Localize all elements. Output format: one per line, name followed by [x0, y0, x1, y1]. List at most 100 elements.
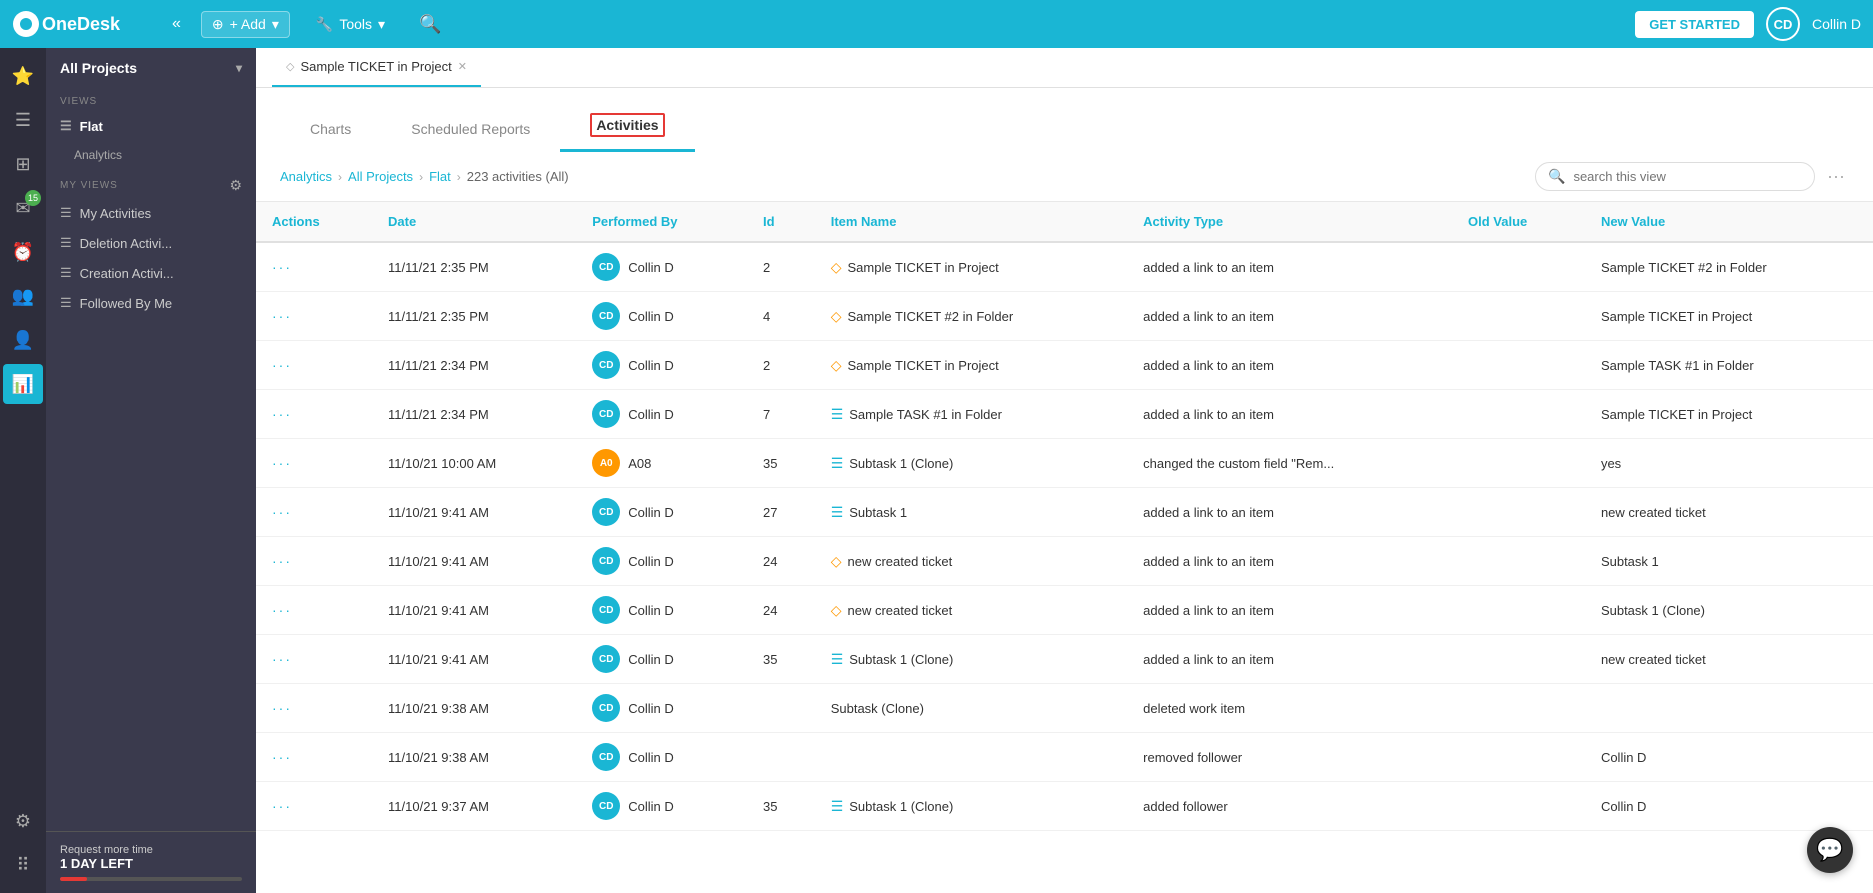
nav-item-deletion-activi[interactable]: ☰ Deletion Activi... [46, 228, 256, 258]
performer-avatar: CD [592, 694, 620, 722]
row-actions-dots[interactable]: ··· [272, 602, 292, 618]
tab-sample-ticket[interactable]: ◇ Sample TICKET in Project ✕ [272, 48, 481, 87]
row-actions-dots[interactable]: ··· [272, 259, 292, 275]
nav-item-analytics[interactable]: Analytics [46, 141, 256, 169]
row-actions[interactable]: ··· [256, 684, 372, 733]
row-actions[interactable]: ··· [256, 292, 372, 341]
performer-name: Collin D [628, 554, 674, 569]
performer-avatar: CD [592, 596, 620, 624]
add-button[interactable]: ⊕ + Add ▾ [201, 11, 290, 38]
row-id [747, 684, 815, 733]
row-performed-by: CDCollin D [576, 586, 747, 635]
nav-item-my-activities[interactable]: ☰ My Activities [46, 198, 256, 228]
collapse-sidebar-button[interactable]: « [168, 11, 185, 37]
sidebar-item-list[interactable]: ☰ [3, 100, 43, 140]
table-row: ···11/10/21 9:38 AMCDCollin DSubtask (Cl… [256, 684, 1873, 733]
search-box[interactable]: 🔍 [1535, 162, 1815, 191]
table-row: ···11/10/21 9:41 AMCDCollin D27☰Subtask … [256, 488, 1873, 537]
search-icon[interactable]: 🔍 [419, 14, 441, 35]
chat-bubble[interactable]: 💬 [1807, 827, 1853, 873]
task-icon: ☰ [831, 406, 844, 423]
performer-name: Collin D [628, 358, 674, 373]
performer-avatar: CD [592, 498, 620, 526]
row-actions[interactable]: ··· [256, 488, 372, 537]
row-performed-by: A0A08 [576, 439, 747, 488]
row-new-value: Subtask 1 [1585, 537, 1873, 586]
row-actions-dots[interactable]: ··· [272, 700, 292, 716]
row-activity-type: added a link to an item [1127, 341, 1452, 390]
row-actions[interactable]: ··· [256, 635, 372, 684]
sidebar-item-timers[interactable]: ⏰ [3, 232, 43, 272]
breadcrumb-flat[interactable]: Flat [429, 169, 451, 184]
row-actions-dots[interactable]: ··· [272, 798, 292, 814]
ticket-icon: ◇ [831, 602, 842, 619]
row-actions-dots[interactable]: ··· [272, 308, 292, 324]
row-actions-dots[interactable]: ··· [272, 504, 292, 520]
list-icon: ☰ [60, 295, 72, 311]
my-views-section: MY VIEWS ⚙ [46, 169, 256, 198]
close-icon[interactable]: ✕ [458, 60, 467, 73]
trial-days: 1 DAY LEFT [60, 856, 242, 871]
tools-dropdown-icon: ▾ [378, 16, 385, 33]
row-item-name: ☰Subtask 1 [815, 488, 1127, 537]
row-new-value: Collin D [1585, 782, 1873, 831]
row-old-value [1452, 782, 1585, 831]
sidebar-item-apps[interactable]: ⠿ [3, 845, 43, 885]
row-actions[interactable]: ··· [256, 439, 372, 488]
task-icon: ☰ [831, 651, 844, 668]
row-actions-dots[interactable]: ··· [272, 553, 292, 569]
performer-name: Collin D [628, 505, 674, 520]
tools-button[interactable]: 🔧 Tools ▾ [306, 12, 395, 37]
tab-activities[interactable]: Activities [560, 88, 694, 152]
row-actions-dots[interactable]: ··· [272, 357, 292, 373]
breadcrumb-analytics[interactable]: Analytics [280, 169, 332, 184]
row-actions-dots[interactable]: ··· [272, 455, 292, 471]
row-activity-type: added follower [1127, 782, 1452, 831]
settings-icon[interactable]: ⚙ [229, 177, 242, 194]
item-name-text: Subtask 1 (Clone) [849, 652, 953, 667]
nav-item-followed-by-me[interactable]: ☰ Followed By Me [46, 288, 256, 318]
row-actions[interactable]: ··· [256, 341, 372, 390]
row-date: 11/11/21 2:35 PM [372, 292, 576, 341]
get-started-button[interactable]: GET STARTED [1635, 11, 1754, 38]
row-id: 24 [747, 537, 815, 586]
ticket-icon: ◇ [831, 553, 842, 570]
row-actions[interactable]: ··· [256, 782, 372, 831]
row-activity-type: deleted work item [1127, 684, 1452, 733]
tab-charts[interactable]: Charts [280, 88, 381, 152]
performer-name: Collin D [628, 701, 674, 716]
row-actions-dots[interactable]: ··· [272, 406, 292, 422]
row-activity-type: added a link to an item [1127, 390, 1452, 439]
search-input[interactable] [1573, 169, 1802, 184]
performer-name: Collin D [628, 309, 674, 324]
row-actions[interactable]: ··· [256, 537, 372, 586]
list-icon: ☰ [60, 265, 72, 281]
row-actions[interactable]: ··· [256, 733, 372, 782]
row-performed-by: CD Collin D [576, 488, 747, 537]
all-projects-header[interactable]: All Projects ▾ [46, 48, 256, 88]
row-item-name: ◇new created ticket [815, 586, 1127, 635]
nav-item-creation-activi[interactable]: ☰ Creation Activi... [46, 258, 256, 288]
sidebar-item-board[interactable]: ⊞ [3, 144, 43, 184]
row-old-value [1452, 537, 1585, 586]
sidebar-item-favorites[interactable]: ⭐ [3, 56, 43, 96]
tab-scheduled-reports[interactable]: Scheduled Reports [381, 88, 560, 152]
sidebar-item-messages[interactable]: ✉ 15 [3, 188, 43, 228]
row-actions[interactable]: ··· [256, 242, 372, 292]
breadcrumb-all-projects[interactable]: All Projects [348, 169, 413, 184]
sidebar-item-settings[interactable]: ⚙ [3, 801, 43, 841]
sidebar-item-customers[interactable]: 👤 [3, 320, 43, 360]
row-activity-type: added a link to an item [1127, 537, 1452, 586]
nav-item-flat[interactable]: ☰ Flat [46, 111, 256, 141]
row-actions-dots[interactable]: ··· [272, 651, 292, 667]
row-actions[interactable]: ··· [256, 390, 372, 439]
item-name-text: Subtask 1 [849, 505, 907, 520]
sidebar-item-users[interactable]: 👥 [3, 276, 43, 316]
more-options-button[interactable]: ··· [1823, 162, 1849, 191]
row-item-name: ☰ Subtask 1 (Clone) [815, 635, 1127, 684]
row-actions-dots[interactable]: ··· [272, 749, 292, 765]
ticket-icon: ◇ [831, 259, 842, 276]
sidebar-item-analytics[interactable]: 📊 [3, 364, 43, 404]
activities-table-container: Actions Date Performed By Id Item Name A… [256, 202, 1873, 893]
row-actions[interactable]: ··· [256, 586, 372, 635]
